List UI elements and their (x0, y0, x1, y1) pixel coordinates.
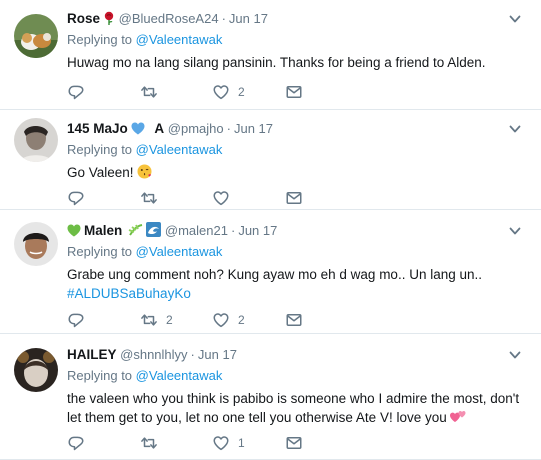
like-count: 2 (238, 313, 245, 327)
like-button[interactable]: 1 (212, 434, 245, 452)
avatar[interactable] (14, 348, 58, 392)
handle[interactable]: @pmajho (168, 121, 224, 136)
handle[interactable]: @malen21 (165, 223, 228, 238)
replying-to: Replying to @Valeentawak (67, 141, 531, 159)
reply-icon (67, 83, 85, 101)
kissing-face-icon (137, 164, 152, 184)
reply-mention-link[interactable]: @Valeentawak (136, 32, 223, 47)
reply-feed: Rose @BluedRoseA24 · Jun 17 Replying to @V… (0, 0, 541, 460)
retweet-button[interactable] (140, 434, 166, 452)
sparkles-icon (127, 223, 143, 242)
reply-mention-link[interactable]: @Valeentawak (136, 368, 223, 383)
like-button[interactable] (212, 189, 238, 207)
replying-to: Replying to @Valeentawak (67, 243, 531, 261)
heart-icon (212, 434, 230, 452)
tweet-text: Grabe ung comment noh? Kung ayaw mo eh d… (67, 265, 531, 303)
replying-label: Replying to (67, 142, 133, 157)
tweet-header: HAILEY @shnnlhlyy · Jun 17 (67, 347, 237, 362)
retweet-button[interactable] (140, 83, 166, 101)
tweet-text-body: Go Valeen! (67, 165, 134, 180)
hashtag-link[interactable]: #ALDUBSaBuhayKo (67, 284, 531, 303)
tweet-text: Huwag mo na lang silang pansinin. Thanks… (67, 53, 531, 72)
direct-message-button[interactable] (285, 434, 303, 452)
like-count: 1 (238, 436, 245, 450)
tweet-actions: 2 2 (67, 311, 367, 329)
direct-message-button[interactable] (285, 189, 303, 207)
retweet-button[interactable] (140, 189, 166, 207)
tweet-text-body: Huwag mo na lang silang pansinin. Thanks… (67, 55, 486, 70)
display-name[interactable]: Rose (67, 11, 100, 26)
replying-to: Replying to @Valeentawak (67, 367, 531, 385)
timestamp[interactable]: Jun 17 (234, 121, 273, 136)
chevron-down-icon[interactable] (509, 350, 521, 360)
chevron-down-icon[interactable] (509, 226, 521, 236)
reply-button[interactable] (67, 189, 93, 207)
reply-mention-link[interactable]: @Valeentawak (136, 142, 223, 157)
display-name[interactable]: HAILEY (67, 347, 117, 362)
timestamp[interactable]: Jun 17 (229, 11, 268, 26)
like-count: 2 (238, 85, 245, 99)
reply-button[interactable] (67, 311, 93, 329)
heart-icon (212, 311, 230, 329)
display-name[interactable]: Malen (84, 223, 122, 238)
tweet-header: 145 MaJo A @pmajho · Jun 17 (67, 120, 531, 138)
tweet-actions (67, 189, 367, 207)
retweet-icon (140, 311, 158, 329)
retweet-icon (140, 434, 158, 452)
reply-icon (67, 434, 85, 452)
direct-message-button[interactable] (285, 83, 303, 101)
handle[interactable]: @BluedRoseA24 (119, 11, 219, 26)
chevron-down-icon[interactable] (509, 14, 521, 24)
envelope-icon (285, 83, 303, 101)
tweet-header: Malen @malen21 · Jun 17 (67, 222, 531, 240)
tweet-hailey[interactable]: HAILEY @shnnlhlyy · Jun 17 Replying to @Va… (0, 334, 541, 460)
reply-button[interactable] (67, 83, 93, 101)
retweet-count: 2 (166, 313, 173, 327)
tweet-text: Go Valeen! (67, 163, 531, 184)
replying-label: Replying to (67, 244, 133, 259)
two-hearts-icon (449, 410, 466, 429)
avatar[interactable] (14, 118, 58, 162)
retweet-icon (140, 189, 158, 207)
retweet-button[interactable]: 2 (140, 311, 173, 329)
tweet-text-body: Grabe ung comment noh? Kung ayaw mo eh d… (67, 267, 482, 282)
tweet-actions: 2 (67, 83, 367, 101)
tweet-header: Rose @BluedRoseA24 · Jun 17 (67, 10, 531, 28)
envelope-icon (285, 434, 303, 452)
replying-label: Replying to (67, 368, 133, 383)
avatar[interactable] (14, 222, 58, 266)
like-button[interactable]: 2 (212, 311, 245, 329)
like-button[interactable]: 2 (212, 83, 245, 101)
wave-icon (146, 222, 162, 242)
retweet-icon (140, 83, 158, 101)
envelope-icon (285, 189, 303, 207)
green-heart-icon (67, 224, 81, 242)
avatar[interactable] (14, 14, 58, 58)
timestamp[interactable]: Jun 17 (238, 223, 277, 238)
tweet-majo[interactable]: 145 MaJo A @pmajho · Jun 17 Replying to @V… (0, 110, 541, 210)
timestamp[interactable]: Jun 17 (198, 347, 237, 362)
replying-to: Replying to @Valeentawak (67, 31, 531, 49)
envelope-icon (285, 311, 303, 329)
tweet-rose[interactable]: Rose @BluedRoseA24 · Jun 17 Replying to @V… (0, 0, 541, 110)
blue-heart-icon (131, 122, 145, 140)
heart-icon (212, 189, 230, 207)
reply-button[interactable] (67, 434, 93, 452)
handle[interactable]: @shnnlhlyy (120, 347, 187, 362)
reply-icon (67, 311, 85, 329)
tweet-text: the valeen who you think is pabibo is so… (67, 389, 531, 429)
tweet-malen[interactable]: Malen @malen21 · Jun 17 Replying to @Valee… (0, 210, 541, 334)
display-name-suffix: A (154, 121, 165, 136)
tweet-actions: 1 (67, 434, 367, 452)
direct-message-button[interactable] (285, 311, 303, 329)
chevron-down-icon[interactable] (509, 124, 521, 134)
display-name[interactable]: 145 MaJo (67, 121, 128, 136)
rose-emoji-icon (103, 11, 115, 30)
heart-icon (212, 83, 230, 101)
reply-mention-link[interactable]: @Valeentawak (136, 244, 223, 259)
reply-icon (67, 189, 85, 207)
replying-label: Replying to (67, 32, 133, 47)
